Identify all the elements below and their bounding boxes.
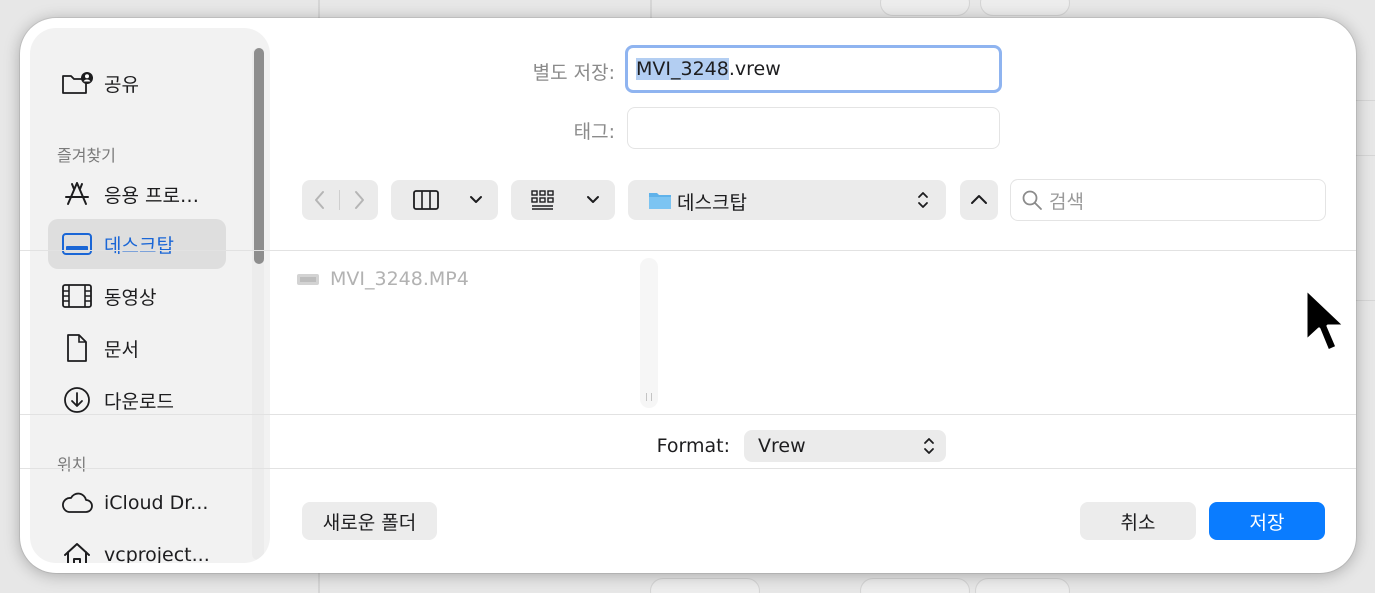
save-as-extension: .vrew	[728, 58, 781, 80]
sidebar: 공유 즐겨찾기 응용 프로… 데스크탑 동영상 문서 다운로드 위치 iClou…	[30, 28, 270, 563]
new-folder-button[interactable]: 새로운 폴더	[302, 502, 437, 540]
chevron-up-icon	[971, 195, 987, 204]
view-mode-button[interactable]	[391, 180, 498, 220]
grid-icon	[531, 190, 554, 210]
sidebar-item-desktop[interactable]: 데스크탑	[48, 219, 226, 269]
chevron-down-icon	[587, 196, 599, 203]
sidebar-item-downloads[interactable]: 다운로드	[48, 375, 226, 425]
sidebar-item-label: iCloud Dr...	[104, 492, 209, 514]
chevron-right-icon	[355, 191, 364, 209]
back-button[interactable]	[312, 189, 328, 215]
format-select[interactable]: Vrew	[744, 430, 946, 462]
chevron-down-icon	[470, 196, 482, 203]
tags-label: 태그:	[573, 121, 615, 143]
tags-input[interactable]	[627, 107, 1000, 149]
favorites-header: 즐겨찾기	[57, 146, 116, 165]
sidebar-item-label: vcproject...	[104, 544, 210, 563]
search-placeholder: 검색	[1049, 190, 1084, 213]
locations-header: 위치	[57, 455, 87, 474]
sidebar-item-label: 응용 프로…	[104, 184, 199, 207]
sidebar-item-label: 공유	[104, 73, 139, 96]
save-button[interactable]: 저장	[1209, 502, 1325, 540]
save-dialog: 공유 즐겨찾기 응용 프로… 데스크탑 동영상 문서 다운로드 위치 iClou…	[20, 18, 1356, 573]
save-as-label: 별도 저장:	[532, 62, 615, 84]
sidebar-item-label: 문서	[104, 338, 139, 361]
column-scrollbar[interactable]	[640, 258, 658, 408]
parent-folder-button[interactable]	[960, 180, 998, 220]
browser-bottom-divider	[20, 414, 1356, 415]
video-file-icon	[297, 274, 319, 285]
format-label: Format:	[656, 435, 730, 457]
search-icon	[1022, 190, 1042, 210]
sidebar-item-home[interactable]: vcproject...	[48, 530, 226, 563]
home-icon	[60, 540, 94, 563]
applications-icon	[60, 179, 94, 209]
updown-chevron-icon	[924, 438, 934, 454]
columns-view-icon	[413, 190, 439, 210]
search-field[interactable]: 검색	[1010, 179, 1326, 221]
sidebar-scrollbar-thumb[interactable]	[254, 48, 264, 264]
folder-icon	[649, 193, 671, 209]
format-value: Vrew	[758, 435, 806, 457]
file-row[interactable]: MVI_3248.MP4	[296, 266, 636, 292]
sidebar-item-label: 다운로드	[104, 390, 174, 413]
sidebar-item-applications[interactable]: 응용 프로…	[48, 169, 226, 219]
chevron-left-icon	[315, 191, 324, 209]
download-icon	[60, 385, 94, 415]
sidebar-item-movies[interactable]: 동영상	[48, 271, 226, 321]
location-popup[interactable]: 데스크탑	[628, 180, 946, 220]
cancel-button[interactable]: 취소	[1080, 502, 1196, 540]
browser-top-divider	[20, 250, 1356, 251]
sidebar-item-shared[interactable]: 공유	[48, 58, 226, 108]
forward-button[interactable]	[351, 189, 367, 215]
location-label: 데스크탑	[677, 192, 747, 214]
sidebar-item-label: 동영상	[104, 286, 157, 309]
sidebar-item-icloud[interactable]: iCloud Dr...	[48, 478, 226, 528]
cloud-icon	[60, 488, 94, 518]
cursor-icon	[1304, 287, 1347, 353]
save-as-selected-text: MVI_3248	[636, 58, 729, 80]
column-resize-handle[interactable]	[646, 393, 652, 401]
group-mode-button[interactable]	[511, 180, 615, 220]
film-icon	[60, 281, 94, 311]
sidebar-item-label: 데스크탑	[104, 234, 174, 257]
document-icon	[60, 333, 94, 363]
sidebar-scrollbar[interactable]	[252, 48, 264, 560]
shared-folder-icon	[60, 68, 94, 98]
desktop-icon	[60, 229, 94, 259]
save-as-input[interactable]: MVI_3248 .vrew	[625, 45, 1002, 93]
format-divider	[20, 468, 1356, 469]
sidebar-item-documents[interactable]: 문서	[48, 323, 226, 373]
updown-chevron-icon	[918, 192, 928, 208]
back-forward-control	[302, 180, 378, 220]
file-name: MVI_3248.MP4	[330, 268, 469, 290]
